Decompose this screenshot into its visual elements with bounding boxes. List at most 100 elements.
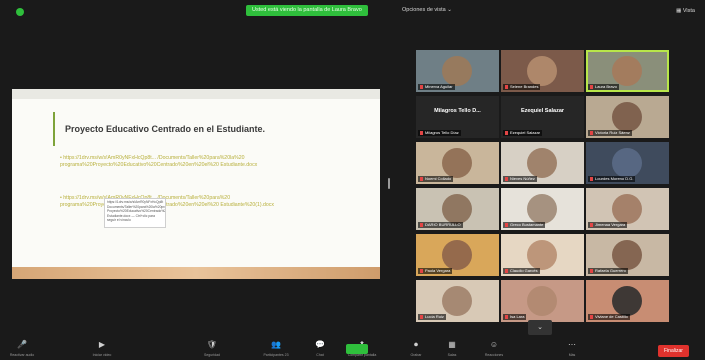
participant-tile[interactable]: Nieves Núñez xyxy=(501,142,584,184)
participant-name-label: Lourdes Moreno D.G. xyxy=(588,176,636,182)
shared-slide: Proyecto Educativo Centrado en el Estudi… xyxy=(12,89,380,279)
security-icon: 🛡 xyxy=(206,340,218,349)
muted-mic-icon xyxy=(420,130,423,135)
unmute-icon: 🎤 xyxy=(17,340,27,349)
muted-mic-icon xyxy=(420,84,423,89)
participant-name: DARIO BURRULLO xyxy=(425,222,461,227)
participant-name: Ezequiel Salazar xyxy=(510,130,541,135)
muted-mic-icon xyxy=(590,176,593,181)
participant-tile[interactable]: Lucía Ruiz xyxy=(416,280,499,322)
participant-name: Lourdes Moreno D.G. xyxy=(595,176,634,181)
participant-tile[interactable]: Selene Brandes xyxy=(501,50,584,92)
participant-tile[interactable]: Paola Vergara xyxy=(416,234,499,276)
video-icon: ▶ xyxy=(98,340,106,349)
participant-name-label: Victoria Ruiz Sáenz xyxy=(588,130,632,136)
muted-mic-icon xyxy=(505,176,508,181)
muted-mic-icon xyxy=(590,314,593,319)
participant-video xyxy=(527,286,557,316)
security-button[interactable]: 🛡 Seguridad xyxy=(196,338,228,360)
participant-name-label: Milagros Tello Díaz xyxy=(418,130,461,136)
participant-tile[interactable]: Milagros Tello D... Milagros Tello Díaz xyxy=(416,96,499,138)
participant-name-label: Noemi Collado xyxy=(418,176,454,182)
toolbar-label: Reactivar audio xyxy=(9,353,35,357)
unmute-button[interactable]: 🎤 Reactivar audio xyxy=(6,338,38,360)
participant-video xyxy=(442,286,472,316)
participants-button[interactable]: 👥 Participantes 23 xyxy=(260,338,292,360)
participant-tile[interactable]: Rafaela Guerrero xyxy=(586,234,669,276)
muted-mic-icon xyxy=(420,314,423,319)
end-meeting-button[interactable]: Finalizar xyxy=(658,345,689,357)
security-shield-icon[interactable] xyxy=(16,8,24,16)
participant-name-label: Isa Lara xyxy=(503,314,527,320)
chat-button[interactable]: 💬 Chat xyxy=(304,338,336,360)
muted-mic-icon xyxy=(590,222,593,227)
rooms-icon: ▦ xyxy=(448,340,456,349)
muted-mic-icon xyxy=(505,268,508,273)
participant-video xyxy=(527,240,557,270)
slide-title-block: Proyecto Educativo Centrado en el Estudi… xyxy=(53,112,265,146)
participant-name: Viviane de Castillo xyxy=(595,314,628,319)
record-button[interactable]: ⏺ Grabar xyxy=(400,338,432,360)
participant-tile[interactable]: DARIO BURRULLO xyxy=(416,188,499,230)
participant-name-label: Nieves Núñez xyxy=(503,176,537,182)
video-button[interactable]: ▶ Iniciar video xyxy=(86,338,118,360)
participant-name-label: Greco Bustamante xyxy=(503,222,546,228)
participant-name-label: Rafaela Guerrero xyxy=(588,268,628,274)
toolbar-label: Grabar xyxy=(410,353,422,357)
participant-video xyxy=(612,102,642,132)
participant-name-label: Selene Brandes xyxy=(503,84,541,90)
top-bar: Usted está viendo la pantalla de Laura B… xyxy=(0,0,705,22)
participant-name: Laura Bravo xyxy=(595,84,617,89)
screen-share-banner[interactable]: Usted está viendo la pantalla de Laura B… xyxy=(246,5,368,16)
participant-tile[interactable]: Noemi Collado xyxy=(416,142,499,184)
slide-title: Proyecto Educativo Centrado en el Estudi… xyxy=(65,124,266,134)
share-screen-highlight[interactable] xyxy=(346,344,368,354)
reactions-icon: ☺ xyxy=(489,340,499,349)
participant-name: Claudio Garcés xyxy=(510,268,538,273)
participant-name: Isa Lara xyxy=(510,314,525,319)
muted-mic-icon xyxy=(590,268,593,273)
view-layout-button[interactable]: ▦ Vista xyxy=(676,8,695,14)
participant-video xyxy=(527,56,557,86)
muted-mic-icon xyxy=(420,222,423,227)
participant-tile[interactable]: Viviane de Castillo xyxy=(586,280,669,322)
toolbar-label: Reacciones xyxy=(484,353,504,357)
more-button[interactable]: ⋯ Más xyxy=(556,338,588,360)
participant-tile[interactable]: Ezequiel Salazar Ezequiel Salazar xyxy=(501,96,584,138)
participant-name: Greco Bustamante xyxy=(510,222,544,227)
hyperlink-tooltip: https://1drv.ms/w/s!AmR0yNFxHcQp8t Docum… xyxy=(104,198,166,228)
participant-video xyxy=(527,194,557,224)
slide-link-1[interactable]: • https://1drv.ms/w/s!AmR0yNFxHcQp8t... … xyxy=(60,155,350,169)
muted-mic-icon xyxy=(505,130,508,135)
reactions-button[interactable]: ☺ Reacciones xyxy=(478,338,510,360)
participant-name-label: Lucía Ruiz xyxy=(418,314,446,320)
participant-name-label: Paola Vergara xyxy=(418,268,453,274)
participant-name-label: Viviane de Castillo xyxy=(588,314,630,320)
participant-tile[interactable]: Laura Bravo xyxy=(586,50,669,92)
more-icon: ⋯ xyxy=(568,340,576,349)
participant-name: Selene Brandes xyxy=(510,84,539,89)
participant-name: Nieves Núñez xyxy=(510,176,535,181)
participant-video xyxy=(442,56,472,86)
participant-tile[interactable]: Isa Lara xyxy=(501,280,584,322)
participant-video xyxy=(612,240,642,270)
participant-tile[interactable]: Claudio Garcés xyxy=(501,234,584,276)
record-icon: ⏺ xyxy=(414,340,418,349)
toolbar-label: Seguridad xyxy=(204,353,220,357)
participant-tile[interactable]: Minerva Aguilar xyxy=(416,50,499,92)
muted-mic-icon xyxy=(505,314,508,319)
participant-tile[interactable]: Greco Bustamante xyxy=(501,188,584,230)
muted-mic-icon xyxy=(590,130,593,135)
participant-display-name: Milagros Tello D... xyxy=(434,108,481,114)
participant-name: Paola Vergara xyxy=(425,268,451,273)
slide-bottom-band xyxy=(12,267,380,279)
toolbar-label: Más xyxy=(568,353,576,357)
collapse-gallery-button[interactable]: ⌄ xyxy=(528,320,552,335)
participant-tile[interactable]: Lourdes Moreno D.G. xyxy=(586,142,669,184)
participant-name: Rafaela Guerrero xyxy=(595,268,626,273)
view-options-dropdown[interactable]: Opciones de vista ⌄ xyxy=(402,5,452,16)
participant-tile[interactable]: Victoria Ruiz Sáenz xyxy=(586,96,669,138)
panel-resize-handle[interactable] xyxy=(388,178,390,189)
rooms-button[interactable]: ▦ Salas xyxy=(436,338,468,360)
participant-tile[interactable]: Jimenaa Vergara xyxy=(586,188,669,230)
